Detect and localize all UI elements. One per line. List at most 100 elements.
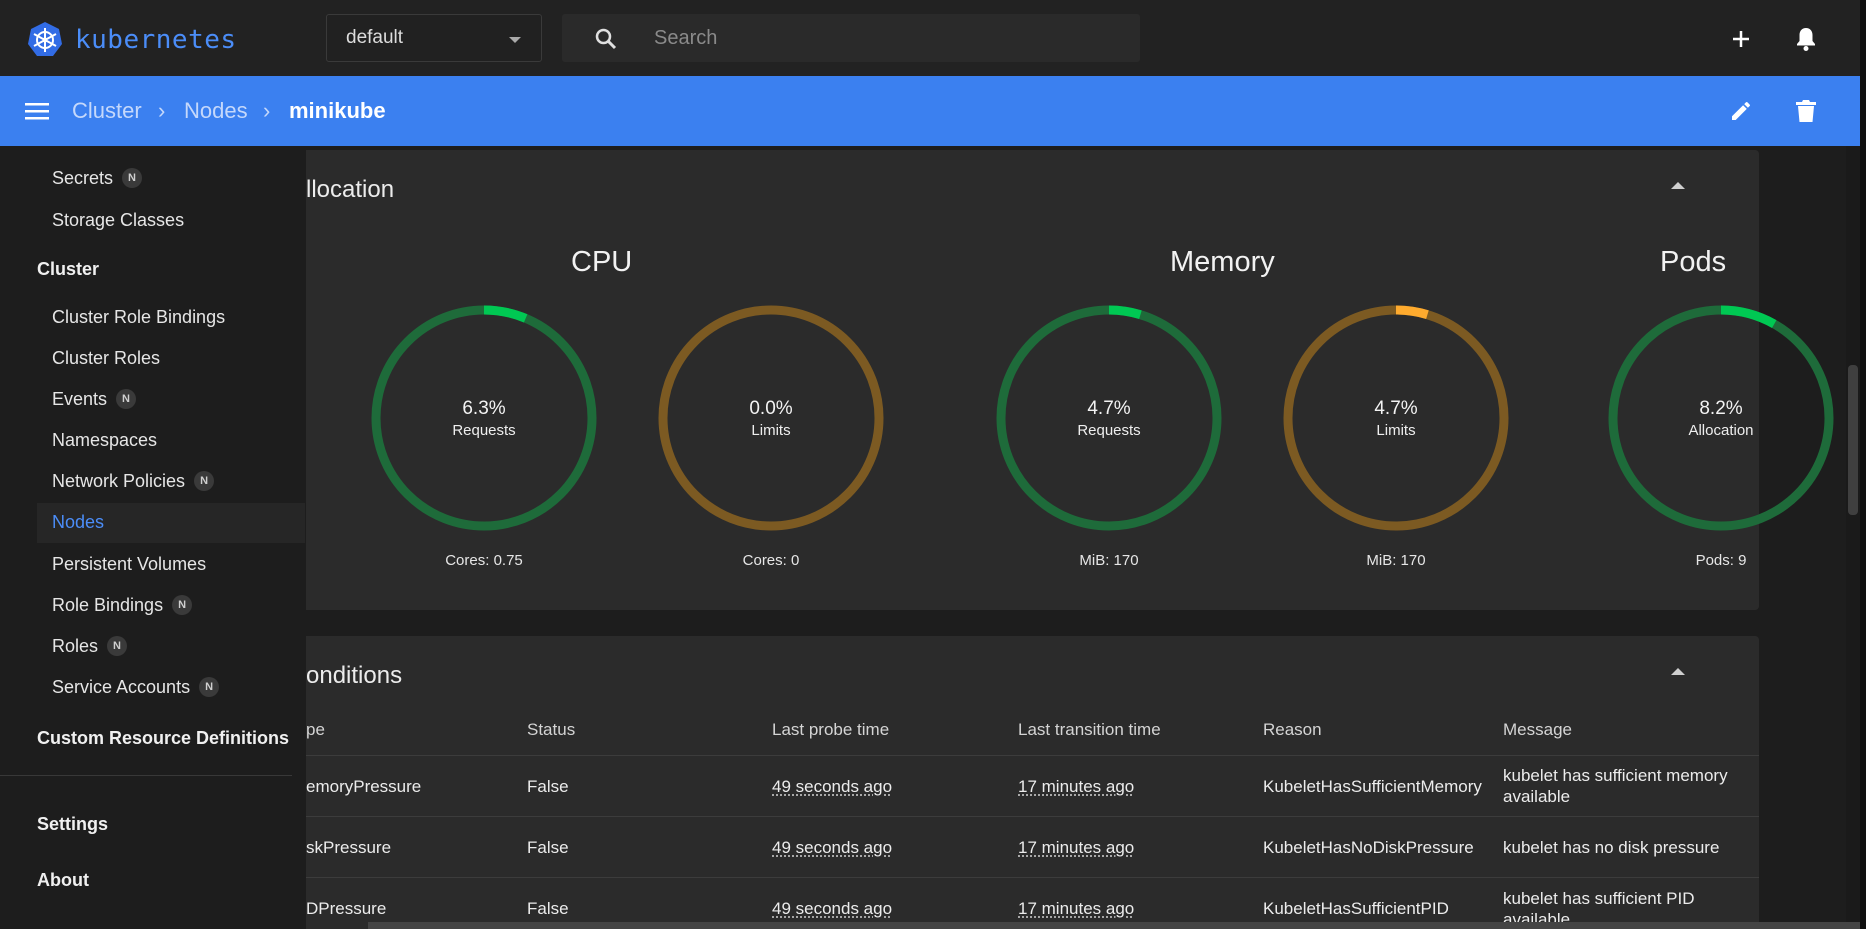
col-header-last-probe[interactable]: Last probe time xyxy=(772,720,889,740)
collapse-up-icon[interactable] xyxy=(1671,668,1685,675)
table-row-probe-time[interactable]: 49 seconds ago xyxy=(772,898,892,919)
table-row-transition-time[interactable]: 17 minutes ago xyxy=(1018,898,1134,919)
search-input[interactable] xyxy=(654,14,1124,62)
memory-requests-gauge: 4.7% Requests MiB: 170 xyxy=(994,303,1224,569)
sidebar-item-roles[interactable]: Roles N xyxy=(52,631,128,661)
sidebar-item-label: Network Policies xyxy=(52,470,186,491)
sidebar-item-label: Secrets xyxy=(52,167,114,188)
table-row-reason: KubeletHasNoDiskPressure xyxy=(1263,838,1474,857)
notifications-button[interactable] xyxy=(1786,19,1826,59)
sidebar-item-label: Cluster Roles xyxy=(52,347,161,368)
collapse-up-icon[interactable] xyxy=(1671,182,1685,189)
col-header-type[interactable]: pe xyxy=(306,720,325,740)
sidebar-item-label: Roles xyxy=(52,635,99,656)
new-badge: N xyxy=(116,389,137,409)
cpu-limits-gauge: 0.0% Limits Cores: 0 xyxy=(656,303,886,569)
table-row-message: kubelet has no disk pressure xyxy=(1503,838,1720,857)
allocation-card: llocation CPU Memory Pods 6.3% Requests … xyxy=(306,150,1834,610)
col-header-status[interactable]: Status xyxy=(527,720,575,740)
namespace-value: default xyxy=(346,27,404,48)
breadcrumb-nodes[interactable]: Nodes xyxy=(184,98,248,124)
pods-allocation-gauge: 8.2% Allocation Pods: 9 xyxy=(1606,303,1836,569)
gauge-percent: 0.0% xyxy=(749,398,793,419)
sidebar-item-secrets[interactable]: Secrets N xyxy=(52,163,143,193)
sidebar-item-cluster-roles[interactable]: Cluster Roles xyxy=(52,343,160,373)
breadcrumb-bar xyxy=(0,76,1860,146)
table-row-reason: KubeletHasSufficientPID xyxy=(1263,899,1449,918)
kubernetes-logo-icon xyxy=(28,22,62,56)
table-row-message-cont: available xyxy=(1503,787,1571,806)
table-row-type: emoryPressure xyxy=(306,777,422,796)
main-content: llocation CPU Memory Pods 6.3% Requests … xyxy=(306,146,1860,929)
sidebar-item-network-policies[interactable]: Network Policies N xyxy=(52,466,215,496)
table-row-transition-time[interactable]: 17 minutes ago xyxy=(1018,837,1134,858)
col-header-last-transition[interactable]: Last transition time xyxy=(1018,720,1161,740)
sidebar-divider xyxy=(0,775,292,776)
sidebar-item-cluster-role-bindings[interactable]: Cluster Role Bindings xyxy=(52,302,225,332)
new-badge: N xyxy=(172,595,193,615)
sidebar-item-label: Cluster Role Bindings xyxy=(52,306,226,327)
gauge-footer: Pods: 9 xyxy=(1695,552,1747,569)
sidebar-item-storage-classes[interactable]: Storage Classes xyxy=(52,205,184,235)
table-row-probe-time[interactable]: 49 seconds ago xyxy=(772,776,892,797)
sidebar-item-label: Nodes xyxy=(52,511,105,532)
sidebar-item-label: Role Bindings xyxy=(52,594,164,615)
table-row-message: kubelet has sufficient PID xyxy=(1503,889,1695,908)
col-header-reason[interactable]: Reason xyxy=(1263,720,1322,740)
sidebar-item-persistent-volumes[interactable]: Persistent Volumes xyxy=(52,549,206,579)
sidebar-item-crd[interactable]: Custom Resource Definitions xyxy=(37,728,289,749)
top-bar: kubernetes default xyxy=(0,0,1866,76)
sidebar-item-nodes[interactable]: Nodes xyxy=(52,507,104,537)
sidebar-item-settings[interactable]: Settings xyxy=(37,814,108,835)
sidebar-item-about[interactable]: About xyxy=(37,870,89,891)
gauge-label: Requests xyxy=(1077,422,1141,439)
namespace-select[interactable]: default xyxy=(326,14,542,62)
gauge-footer: Cores: 0.75 xyxy=(445,552,523,569)
vertical-scrollbar-track[interactable] xyxy=(1846,146,1860,929)
row-divider xyxy=(306,877,1759,878)
sidebar-item-role-bindings[interactable]: Role Bindings N xyxy=(52,590,193,620)
cpu-group-title: CPU xyxy=(571,246,633,278)
delete-button[interactable] xyxy=(1786,91,1826,131)
gauge-label: Limits xyxy=(1376,422,1416,439)
table-row-probe-time[interactable]: 49 seconds ago xyxy=(772,837,892,858)
new-badge: N xyxy=(194,471,215,491)
sidebar-item-label: Namespaces xyxy=(52,429,158,450)
create-button[interactable] xyxy=(1721,19,1761,59)
sidebar-item-label: Storage Classes xyxy=(52,209,185,230)
table-row-type: skPressure xyxy=(306,838,392,857)
table-row-status: False xyxy=(527,777,569,796)
breadcrumb-current: minikube xyxy=(289,98,386,123)
search-box[interactable] xyxy=(562,14,1140,62)
chevron-right-icon: › xyxy=(263,98,271,123)
sidebar-item-label: Persistent Volumes xyxy=(52,553,207,574)
new-badge: N xyxy=(199,677,220,697)
pencil-icon xyxy=(1732,102,1750,120)
row-divider xyxy=(306,816,1759,817)
gauge-percent: 4.7% xyxy=(1087,398,1131,419)
chevron-right-icon: › xyxy=(158,98,166,123)
logo[interactable]: kubernetes xyxy=(25,20,237,60)
hamburger-icon xyxy=(25,103,49,120)
gauge-percent: 6.3% xyxy=(462,398,506,419)
sidebar-group-cluster[interactable]: Cluster xyxy=(37,259,99,280)
sidebar-item-events[interactable]: Events N xyxy=(52,384,137,414)
table-row-status: False xyxy=(527,838,569,857)
col-header-message[interactable]: Message xyxy=(1503,720,1572,740)
gauge-footer: MiB: 170 xyxy=(1366,552,1426,569)
sidebar-item-namespaces[interactable]: Namespaces xyxy=(52,425,157,455)
breadcrumb-cluster[interactable]: Cluster xyxy=(72,98,142,124)
gauge-footer: Cores: 0 xyxy=(742,552,800,569)
table-row-transition-time[interactable]: 17 minutes ago xyxy=(1018,776,1134,797)
plus-icon xyxy=(1733,31,1749,47)
sidebar-item-service-accounts[interactable]: Service Accounts N xyxy=(52,672,220,702)
memory-limits-gauge: 4.7% Limits MiB: 170 xyxy=(1281,303,1511,569)
sidebar-item-label: Events xyxy=(52,388,108,409)
menu-button[interactable] xyxy=(17,91,57,131)
caret-down-icon xyxy=(509,37,521,43)
memory-group-title: Memory xyxy=(1170,246,1275,278)
edit-button[interactable] xyxy=(1721,91,1761,131)
horizontal-scrollbar[interactable] xyxy=(368,922,1860,929)
vertical-scrollbar-thumb[interactable] xyxy=(1848,365,1858,515)
new-badge: N xyxy=(122,168,143,188)
